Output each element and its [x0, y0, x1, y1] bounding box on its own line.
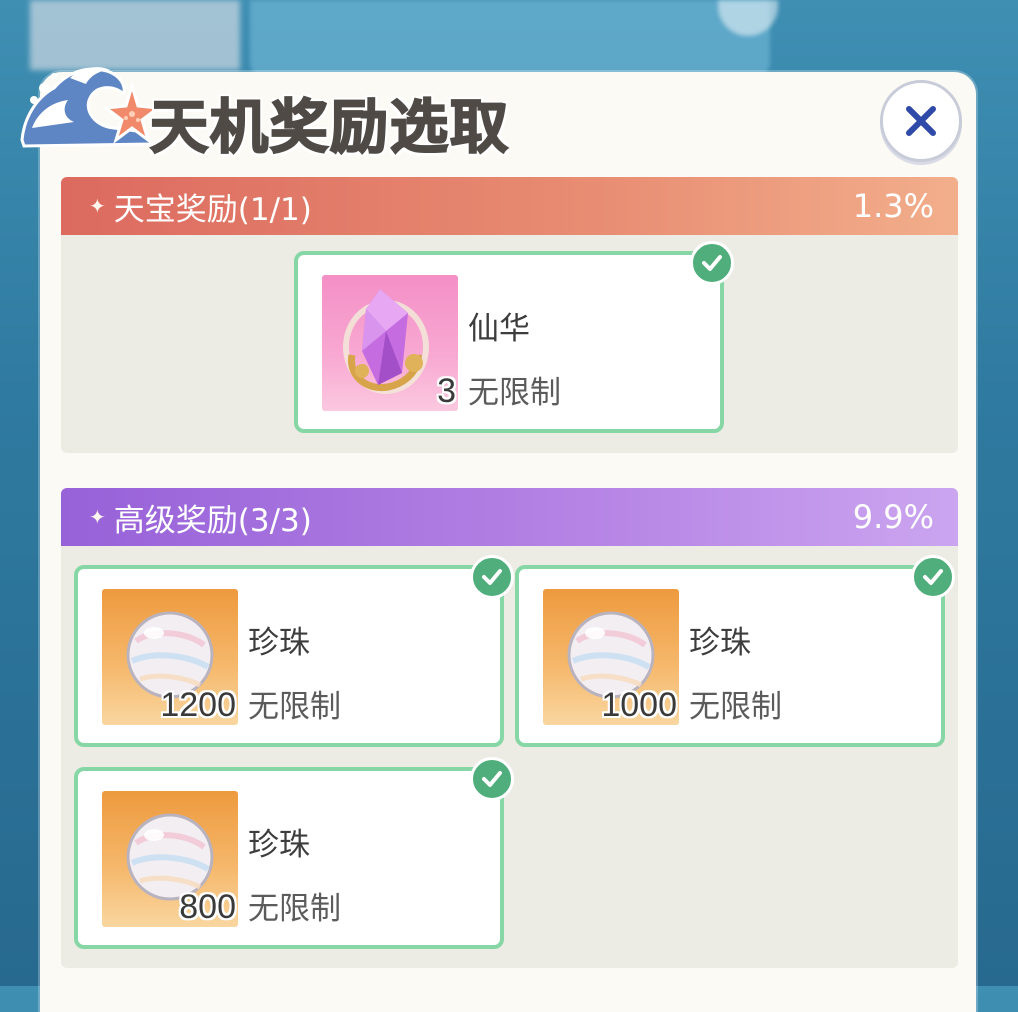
reward-name: 珍珠 — [248, 625, 310, 661]
sparkle-icon: ✦ — [89, 194, 106, 218]
reward-card[interactable]: 800 珍珠 无限制 — [74, 757, 514, 949]
sparkle-icon: ✦ — [89, 505, 106, 529]
section-percent: 9.9% — [852, 498, 934, 536]
dialog-title: 天机奖励选取 — [149, 92, 511, 162]
section-header-treasure: ✦ 天宝奖励(1/1) 1.3% — [61, 177, 958, 235]
wave-starfish-decoration — [20, 67, 162, 148]
reward-name: 珍珠 — [248, 827, 310, 863]
section-title: 高级奖励(3/3) — [113, 502, 312, 539]
reward-icon-box: 800 — [102, 791, 238, 927]
reward-card[interactable]: 3 仙华 无限制 — [294, 241, 734, 433]
check-icon — [470, 555, 514, 599]
reward-limit: 无限制 — [248, 891, 341, 927]
reward-icon-box: 3 — [322, 275, 458, 411]
reward-limit: 无限制 — [468, 375, 561, 411]
check-icon — [911, 555, 955, 599]
reward-quantity: 3 — [437, 372, 456, 410]
reward-card[interactable]: 1000 珍珠 无限制 — [515, 555, 955, 747]
reward-quantity: 1000 — [601, 686, 677, 724]
reward-card[interactable]: 1200 珍珠 无限制 — [74, 555, 514, 747]
reward-icon-box: 1200 — [102, 589, 238, 725]
section-percent: 1.3% — [852, 187, 934, 225]
section-title: 天宝奖励(1/1) — [113, 191, 312, 228]
reward-icon-box: 1000 — [543, 589, 679, 725]
reward-name: 仙华 — [468, 311, 530, 347]
close-button[interactable] — [880, 80, 962, 162]
close-icon — [906, 106, 936, 136]
reward-limit: 无限制 — [248, 689, 341, 725]
reward-quantity: 1200 — [160, 686, 236, 724]
reward-quantity: 800 — [179, 888, 236, 926]
check-icon — [470, 757, 514, 801]
reward-limit: 无限制 — [689, 689, 782, 725]
section-header-advanced: ✦ 高级奖励(3/3) 9.9% — [61, 488, 958, 546]
reward-name: 珍珠 — [689, 625, 751, 661]
background-sign — [250, 0, 770, 80]
check-icon — [690, 241, 734, 285]
